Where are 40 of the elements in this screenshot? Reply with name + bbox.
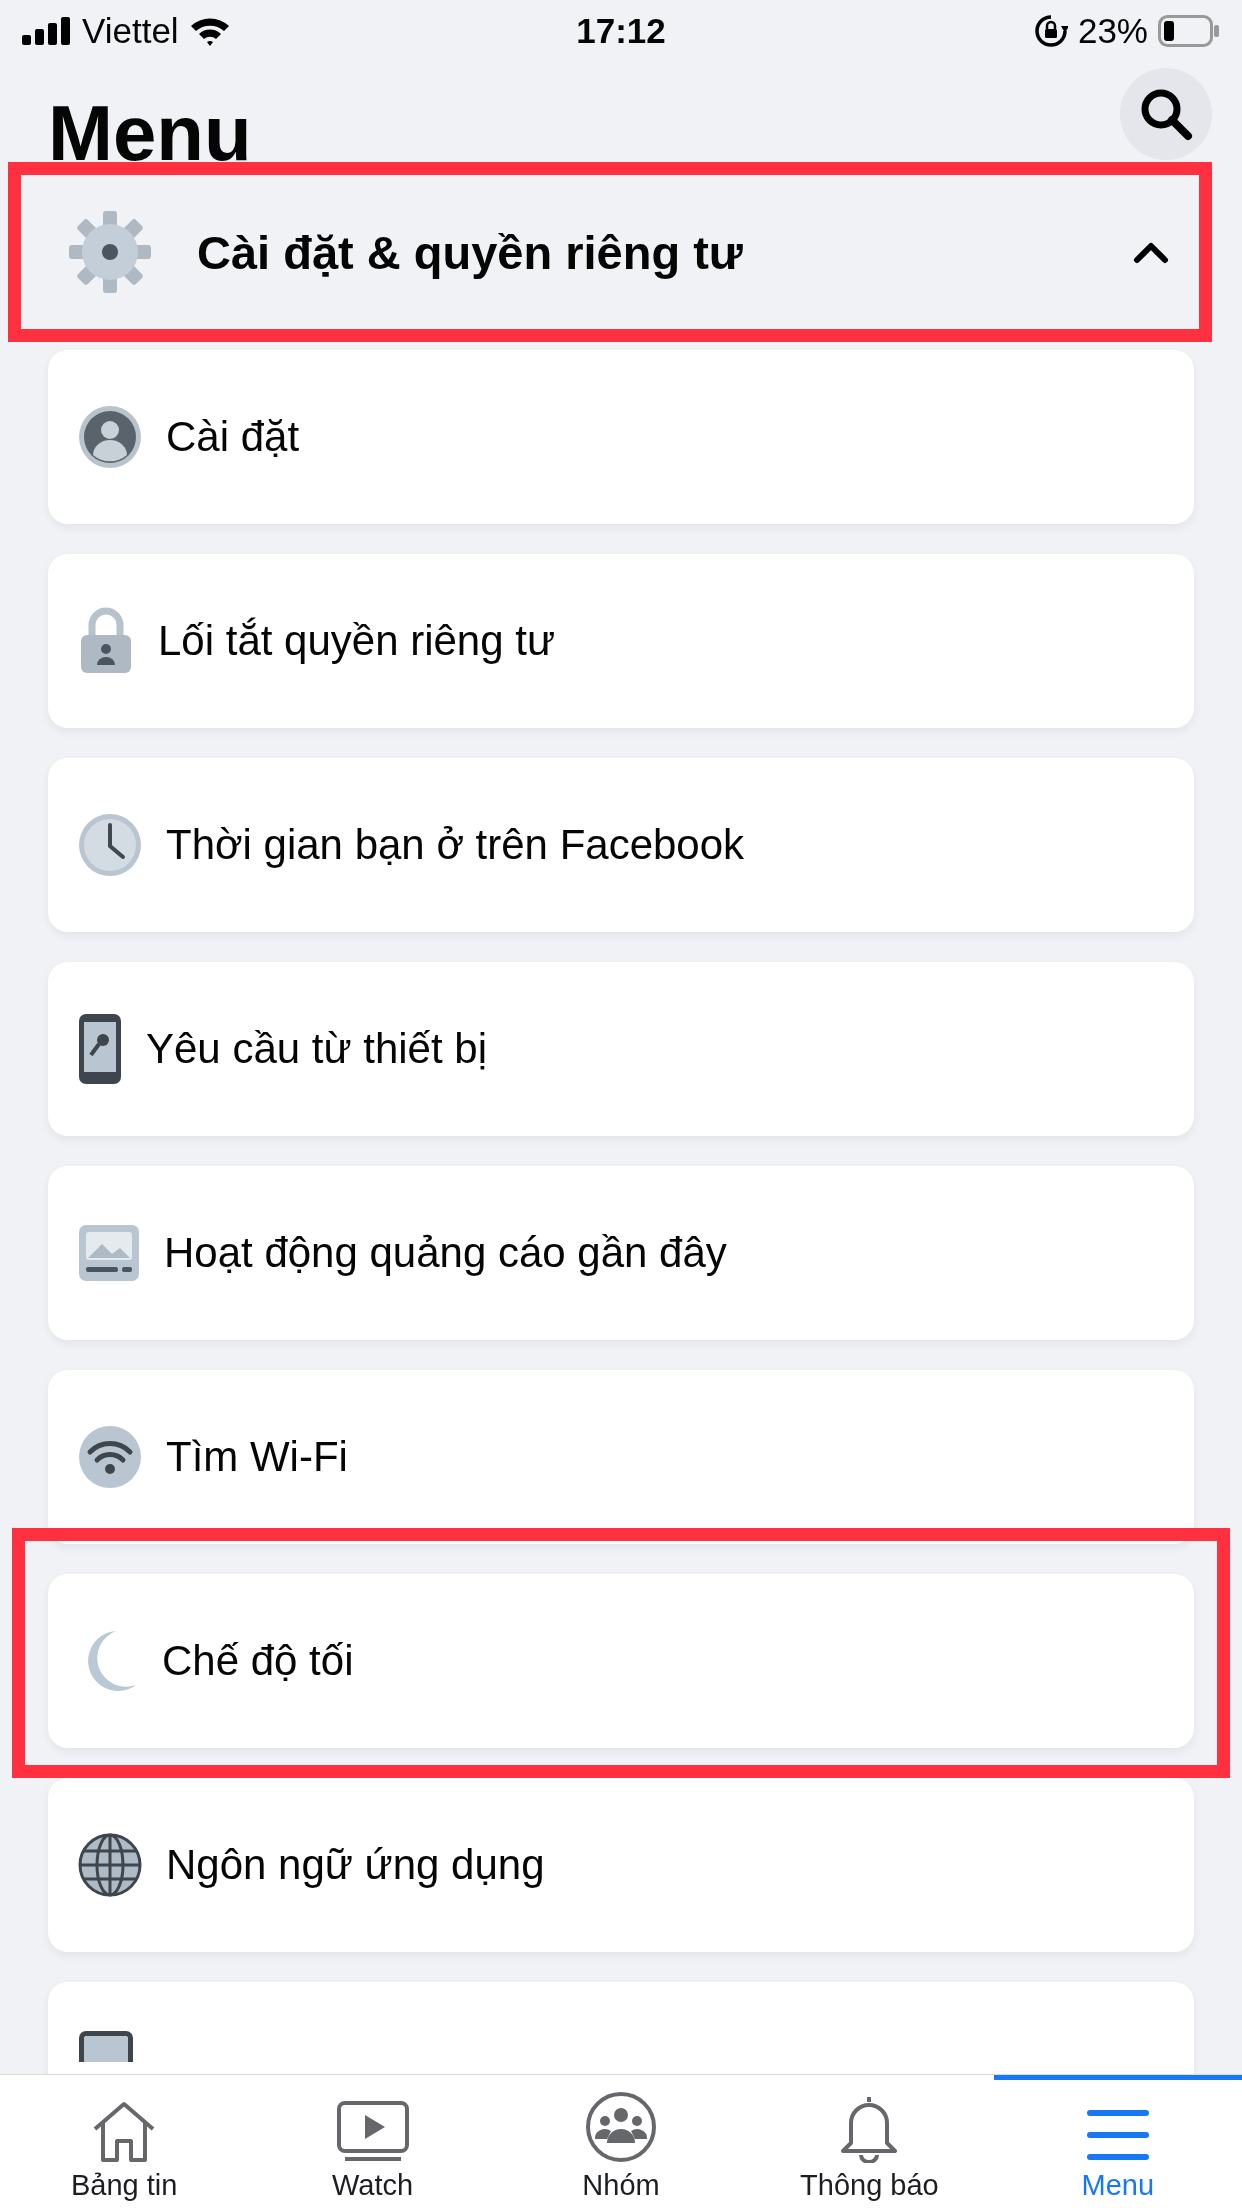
- battery-icon: [1158, 15, 1220, 47]
- clock-time: 17:12: [576, 11, 666, 51]
- lock-icon: [78, 607, 134, 675]
- item-label: Hoạt động quảng cáo gần đây: [164, 1229, 727, 1277]
- carrier-name: Viettel: [82, 11, 179, 51]
- image-card-icon: [78, 1224, 140, 1282]
- menu-icon: [1085, 2107, 1150, 2163]
- globe-icon: [78, 1833, 142, 1897]
- menu-item[interactable]: Lối tắt quyền riêng tư: [48, 554, 1194, 728]
- clock-icon: [78, 813, 142, 877]
- menu-item[interactable]: Ngôn ngữ ứng dụng: [48, 1778, 1194, 1952]
- item-label: Cài đặt: [166, 413, 300, 461]
- phone-key-icon: [78, 1013, 122, 1085]
- tab[interactable]: Bảng tin: [0, 2075, 249, 2208]
- tab[interactable]: Thông báo: [745, 2075, 994, 2208]
- tab[interactable]: Watch: [248, 2075, 497, 2208]
- page-title: Menu: [48, 94, 252, 172]
- menu-item[interactable]: Thời gian bạn ở trên Facebook: [48, 758, 1194, 932]
- wifi-icon: [78, 1425, 142, 1489]
- tab[interactable]: Menu: [993, 2075, 1242, 2208]
- menu-item[interactable]: Cài đặt: [48, 350, 1194, 524]
- item-label: Yêu cầu từ thiết bị: [146, 1025, 487, 1073]
- person-icon: [78, 405, 142, 469]
- item-label: Thời gian bạn ở trên Facebook: [166, 821, 745, 869]
- signal-icon: [22, 17, 72, 45]
- group-icon: [585, 2091, 657, 2163]
- video-play-icon: [336, 2101, 409, 2163]
- section-title: Cài đặt & quyền riêng tư: [197, 224, 744, 280]
- item-label: Ngôn ngữ ứng dụng: [166, 1841, 545, 1889]
- menu-item[interactable]: Yêu cầu từ thiết bị: [48, 962, 1194, 1136]
- battery-percent: 23%: [1077, 11, 1148, 51]
- tab[interactable]: Nhóm: [496, 2075, 746, 2208]
- item-label: Tìm Wi-Fi: [166, 1433, 348, 1481]
- menu-item[interactable]: Chế độ tối: [48, 1574, 1194, 1748]
- item-label: Chế độ tối: [162, 1637, 354, 1685]
- rotation-lock-icon: [1033, 14, 1068, 48]
- menu-item[interactable]: Hoạt động quảng cáo gần đây: [48, 1166, 1194, 1340]
- tablet-icon: [78, 2030, 134, 2062]
- item-label: Lối tắt quyền riêng tư: [158, 617, 556, 665]
- menu-item[interactable]: Tìm Wi-Fi: [48, 1370, 1194, 1544]
